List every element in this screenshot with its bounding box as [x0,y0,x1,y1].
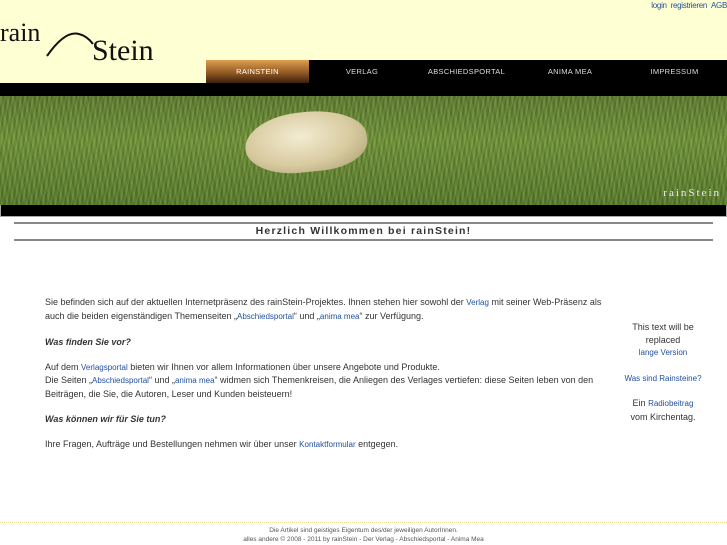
radio-link[interactable]: Radiobeitrag [648,399,693,408]
text: entgegen. [355,438,399,449]
text: Sie befinden sich auf der aktuellen Inte… [45,297,467,307]
nav-anima-mea[interactable]: ANIMA MEA [518,60,622,83]
banner-image: rainStein [0,96,727,205]
login-link[interactable]: login [651,1,667,10]
text: Ein [632,398,649,408]
divider-bar [0,205,727,217]
footer: Die Artikel sind geistiges Eigentum des/… [0,522,727,545]
intro-paragraph: Sie befinden sich auf der aktuellen Inte… [45,296,610,323]
verlag-link[interactable]: Verlag [466,298,489,307]
banner-text: rainStein [663,187,721,199]
nav-impressum[interactable]: IMPRESSUM [622,60,727,83]
verlagsportal-link[interactable]: Verlagsportal [81,363,128,372]
footer-copyright: alles andere © 2008 - 2011 by rainStein … [243,536,484,543]
text: “ und „ [148,375,175,385]
sidebar: This text will be replaced lange Version… [615,321,711,423]
text: “ und „ [293,310,320,321]
nav-verlag[interactable]: VERLAG [309,60,415,83]
long-version-link[interactable]: lange Version [639,348,687,357]
text: Ihre Fragen, Aufträge und Bestellungen n… [45,438,300,449]
sidebar-text: vom Kirchentag. [630,411,696,422]
anima-mea-link[interactable]: anima mea [175,376,215,385]
logo-text-rain: rain [0,18,41,47]
question-heading: Was finden Sie vor? [45,336,131,347]
logo-text-stein: Stein [92,34,154,67]
nav-rainstein[interactable]: RAINSTEIN [206,60,309,83]
anima-mea-link[interactable]: anima mea [320,312,360,321]
question-heading: Was können wir für Sie tun? [45,413,166,424]
logo-swoosh-icon [46,32,94,57]
agb-link[interactable]: AGB [711,1,727,10]
contact-paragraph: Ihre Fragen, Aufträge und Bestellungen n… [45,438,610,452]
abschiedsportal-link[interactable]: Abschiedsportal [237,312,294,321]
top-links: login registrieren AGB [649,1,727,10]
nav-abschiedsportal[interactable]: ABSCHIEDSPORTAL [415,60,518,83]
main-content: Sie befinden sich auf der aktuellen Inte… [45,296,610,464]
divider-bar [0,83,727,96]
text: bieten wir Ihnen vor allem Informationen… [127,361,440,372]
footer-line: Die Artikel sind geistiges Eigentum des/… [269,527,458,534]
offer-paragraph: Auf dem Verlagsportal bieten wir Ihnen v… [45,361,610,401]
abschiedsportal-link[interactable]: Abschiedsportal [92,376,149,385]
main-nav: RAINSTEIN VERLAG ABSCHIEDSPORTAL ANIMA M… [206,60,727,83]
text: Auf dem [45,361,82,372]
header: login registrieren AGB rain Stein RAINST… [0,0,727,83]
radio-text: Ein Radiobeitrag [615,397,711,411]
rainsteine-link[interactable]: Was sind Rainsteine? [624,374,701,383]
page-title: Herzlich Willkommen bei rainStein! [14,222,713,241]
text: “ zur Verfügung. [359,310,424,321]
sidebar-text: This text will be replaced [632,322,694,345]
text: Die Seiten „ [45,375,93,385]
contact-form-link[interactable]: Kontaktformular [299,440,355,449]
register-link[interactable]: registrieren [671,1,708,10]
